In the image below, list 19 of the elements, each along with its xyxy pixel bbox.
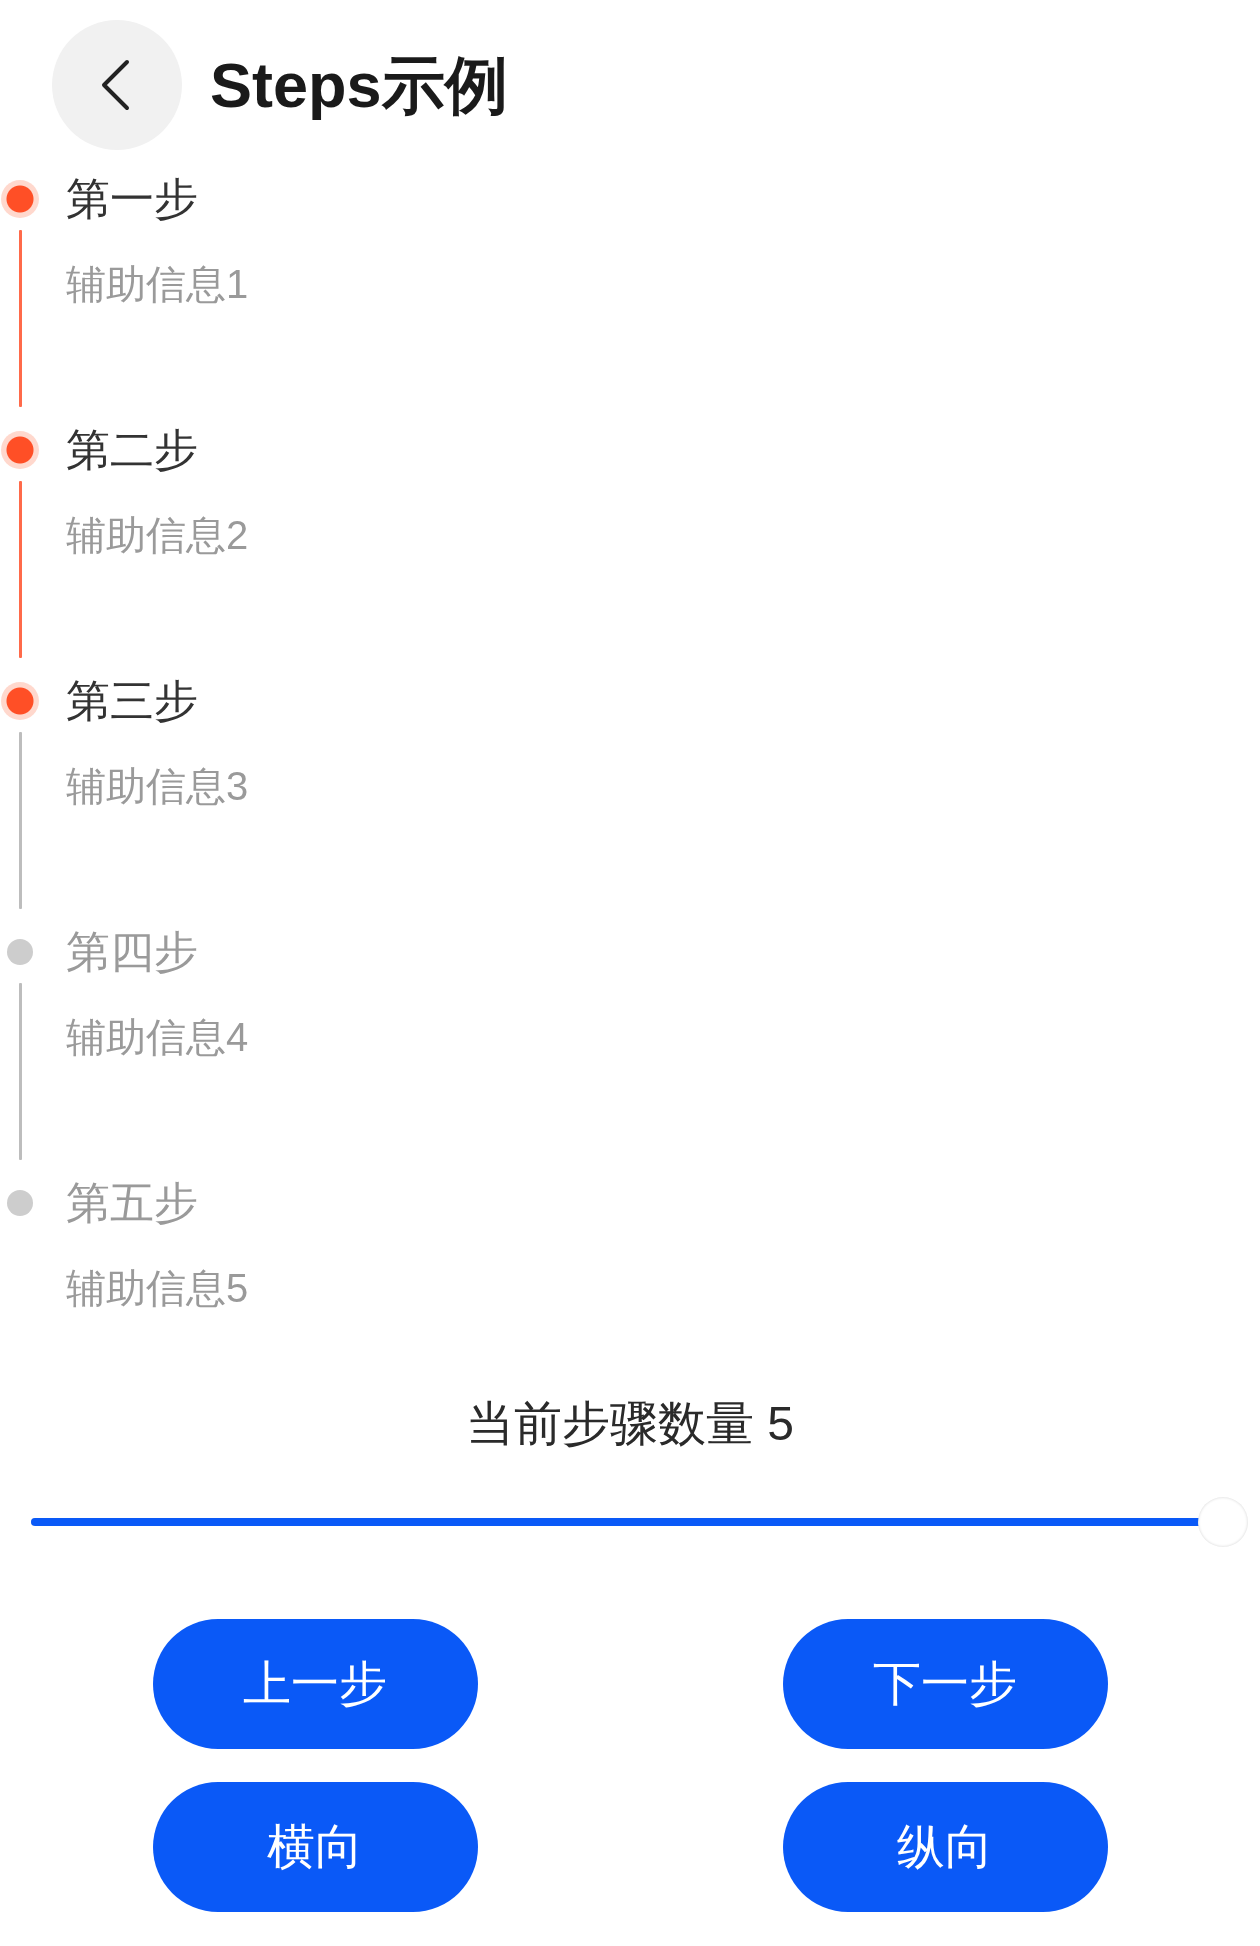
action-button[interactable]: 上一步 xyxy=(152,1619,478,1749)
step-title: 第四步 xyxy=(66,926,199,978)
action-button[interactable]: 纵向 xyxy=(782,1782,1108,1912)
slider-track[interactable] xyxy=(31,1497,1248,1547)
step-title: 第五步 xyxy=(66,1177,199,1229)
step-description: 辅助信息3 xyxy=(66,763,249,810)
chevron-left-icon xyxy=(100,59,130,111)
step-count-label: 当前步骤数量 5 xyxy=(466,1397,794,1450)
action-button[interactable]: 下一步 xyxy=(782,1619,1108,1749)
step-title: 第三步 xyxy=(66,675,199,727)
step-description: 辅助信息4 xyxy=(66,1014,249,1061)
slider-thumb[interactable] xyxy=(1198,1497,1248,1547)
step-title: 第二步 xyxy=(66,424,199,476)
step-title: 第一步 xyxy=(66,173,199,225)
step-description: 辅助信息2 xyxy=(66,512,249,559)
step-description: 辅助信息1 xyxy=(66,261,249,308)
page-title: Steps示例 xyxy=(210,49,508,122)
step-description: 辅助信息5 xyxy=(66,1265,249,1312)
action-button[interactable]: 横向 xyxy=(152,1782,478,1912)
